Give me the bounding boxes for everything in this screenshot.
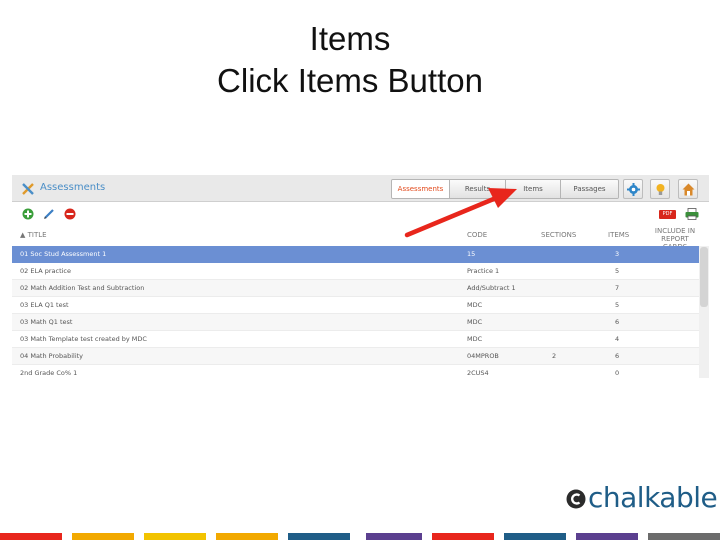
tab-passages[interactable]: Passages [561,180,618,198]
row-code: 15 [467,250,476,258]
row-title: 02 ELA practice [20,267,72,275]
add-icon[interactable] [22,208,34,220]
tab-bar: Assessments Results Items Passages [391,179,619,199]
footer-stripes [0,533,720,540]
pdf-icon[interactable]: PDF [659,210,676,219]
row-items: 7 [615,284,620,292]
footer-stripe [648,533,720,540]
column-include-line1: INCLUDE IN [654,227,696,235]
table-row[interactable]: 02 ELA practice Practice 1 5 [12,263,699,280]
row-title: 03 ELA Q1 test [20,301,69,309]
column-items[interactable]: ITEMS [608,231,629,239]
tips-button[interactable] [650,179,670,199]
row-code: MDC [467,318,483,326]
home-icon [682,183,695,196]
row-sections: 2 [552,352,557,360]
row-title: 01 Soc Stud Assessment 1 [20,250,107,258]
scrollbar-thumb[interactable] [700,247,708,307]
table-row[interactable]: 04 Math Probability 04MPROB 2 6 [12,348,699,365]
edit-icon[interactable] [43,208,55,220]
tab-results[interactable]: Results [450,180,506,198]
app-title: Assessments [40,182,106,193]
row-title: 03 Math Q1 test [20,318,73,326]
table-header: ▲ TITLE CODE SECTIONS ITEMS INCLUDE IN R… [12,225,709,251]
lightbulb-icon [656,184,665,195]
footer-stripe [72,533,134,540]
footer-stripe [576,533,638,540]
table-row[interactable]: 03 ELA Q1 test MDC 5 [12,297,699,314]
row-items: 6 [615,352,620,360]
app-header: Assessments Assessments Results Items Pa… [12,175,709,202]
table-row[interactable]: 03 Math Q1 test MDC 6 [12,314,699,331]
slide-title-line1: Items [309,20,391,57]
row-items: 0 [615,369,620,377]
table-row[interactable]: 01 Soc Stud Assessment 1 15 3 [12,246,699,263]
assessments-icon [22,183,34,195]
slide-title-line2: Click Items Button [217,62,483,99]
tab-assessments[interactable]: Assessments [392,180,450,198]
row-items: 5 [615,301,620,309]
row-title: 04 Math Probability [20,352,84,360]
footer-stripe [504,533,566,540]
row-title: 2nd Grade Co% 1 [20,369,78,377]
gear-icon [627,183,640,196]
column-title[interactable]: ▲ TITLE [20,231,47,239]
row-code: Practice 1 [467,267,500,275]
print-icon[interactable] [685,208,699,220]
row-title: 02 Math Addition Test and Subtraction [20,284,145,292]
column-code[interactable]: CODE [467,231,487,239]
row-code: 2CUS4 [467,369,489,377]
settings-button[interactable] [623,179,643,199]
row-items: 5 [615,267,620,275]
app-screenshot: Assessments Assessments Results Items Pa… [12,175,709,378]
tab-items[interactable]: Items [506,180,561,198]
column-sections[interactable]: SECTIONS [541,231,576,239]
row-code: MDC [467,335,483,343]
row-items: 3 [615,250,620,258]
row-code: Add/Subtract 1 [467,284,516,292]
footer-stripe [432,533,494,540]
row-code: MDC [467,301,483,309]
row-items: 4 [615,335,620,343]
chalkable-logo-icon [566,489,586,509]
footer-stripe [216,533,278,540]
footer-stripe [366,533,422,540]
chalkable-logo-text: chalkable [588,481,718,514]
table-row[interactable]: 2nd Grade Co% 1 2CUS4 0 [12,365,699,378]
table-row[interactable]: 03 Math Template test created by MDC MDC… [12,331,699,348]
home-button[interactable] [678,179,698,199]
table-row[interactable]: 02 Math Addition Test and Subtraction Ad… [12,280,699,297]
slide-title: Items Click Items Button [0,18,700,102]
footer-stripe [144,533,206,540]
delete-icon[interactable] [64,208,76,220]
footer-stripe [288,533,350,540]
row-title: 03 Math Template test created by MDC [20,335,147,343]
row-items: 6 [615,318,620,326]
footer-stripe [0,533,62,540]
row-code: 04MPROB [467,352,499,360]
toolbar: PDF [12,203,709,225]
